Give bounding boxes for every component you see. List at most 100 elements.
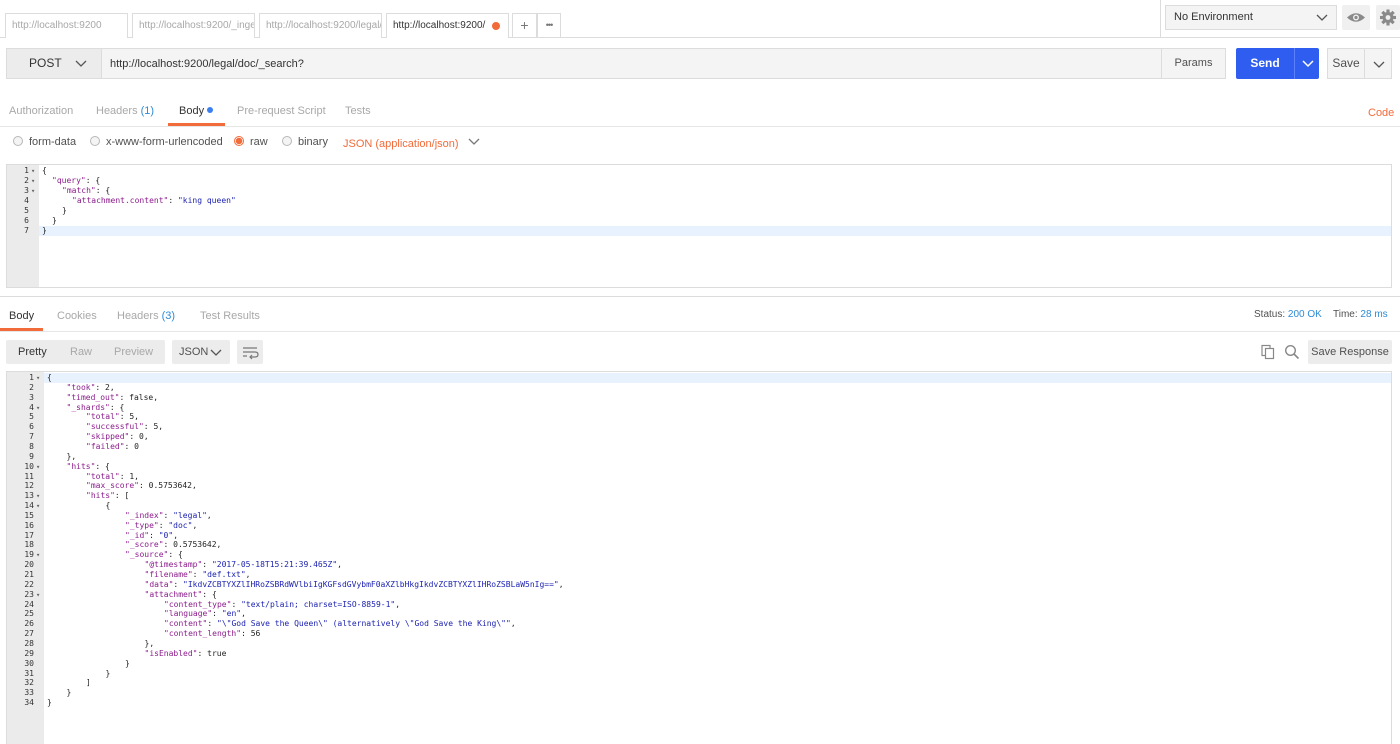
fold-arrow-icon[interactable]: ▾ <box>36 403 40 413</box>
pane-divider[interactable] <box>0 296 1400 297</box>
save-button[interactable]: Save <box>1327 48 1365 79</box>
tab-more-button[interactable]: ••• <box>537 13 561 38</box>
line-number: 18 <box>24 540 34 550</box>
json-key: "total" <box>86 412 120 422</box>
radio-label: binary <box>298 136 328 148</box>
save-response-button[interactable]: Save Response <box>1308 340 1392 364</box>
fold-arrow-icon[interactable]: ▾ <box>31 186 35 196</box>
tab-headers[interactable]: Headers (1) <box>96 105 154 117</box>
line-number: 16 <box>24 520 34 530</box>
request-tab[interactable]: http://localhost:9200/legal/( <box>259 13 382 38</box>
json-key: "_shards" <box>66 402 110 412</box>
fold-arrow-icon[interactable]: ▾ <box>36 491 40 501</box>
response-tab-cookies[interactable]: Cookies <box>57 310 97 322</box>
generate-code-link[interactable]: Code <box>1368 107 1394 119</box>
url-input[interactable] <box>101 48 1162 79</box>
json-key: "_index" <box>125 510 164 520</box>
content-type-select[interactable]: JSON (application/json) <box>343 137 480 150</box>
code-text: "hits": { <box>66 461 110 471</box>
chevron-down-icon <box>210 349 222 356</box>
code-text: "@timestamp": "2017-05-18T15:21:39.465Z"… <box>144 560 343 570</box>
response-tab-headers[interactable]: Headers (3) <box>117 310 175 322</box>
preview-button[interactable]: Preview <box>114 346 153 358</box>
json-key: "max_score" <box>86 481 139 491</box>
json-key: "skipped" <box>86 432 130 442</box>
request-tab-active[interactable]: http://localhost:9200/ <box>386 13 509 38</box>
wrap-lines-icon <box>243 347 259 360</box>
fold-arrow-icon[interactable]: ▾ <box>36 550 40 560</box>
response-tab-test-results[interactable]: Test Results <box>200 310 260 322</box>
line-number: 5 <box>24 206 29 215</box>
toolbar-divider <box>1160 0 1161 38</box>
fold-arrow-icon[interactable]: ▾ <box>36 590 40 600</box>
line-number: 11 <box>24 471 34 481</box>
fold-arrow-icon[interactable]: ▾ <box>36 462 40 472</box>
line-number: 29 <box>24 648 34 658</box>
params-button[interactable]: Params <box>1162 48 1226 79</box>
response-body-viewer[interactable]: 1 ▾{2 "took": 2, 3 "timed_out": false, 4 ▾ "_sh… <box>6 371 1392 744</box>
code-text: "content_type": "text/plain; charset=ISO… <box>164 599 401 609</box>
pretty-button[interactable]: Pretty <box>18 346 47 358</box>
environment-label: No Environment <box>1174 11 1253 23</box>
code-line: 17 "_id": "0", <box>7 531 1391 541</box>
code-text: "_id": "0", <box>125 530 179 540</box>
new-tab-button[interactable]: + <box>512 13 537 38</box>
chevron-down-icon <box>1316 14 1328 21</box>
request-tab[interactable]: http://localhost:9200/_inges <box>132 13 255 38</box>
line-number: 5 <box>29 412 34 422</box>
tab-tests[interactable]: Tests <box>345 105 371 117</box>
save-options-button[interactable] <box>1365 48 1392 79</box>
radio-binary[interactable]: binary <box>282 136 328 148</box>
chevron-down-icon <box>1302 60 1314 68</box>
fold-arrow-icon[interactable]: ▾ <box>36 373 40 383</box>
unsaved-dot-icon <box>492 22 500 30</box>
method-select[interactable]: POST <box>6 48 101 79</box>
code-text: "attachment": { <box>144 589 217 599</box>
fold-arrow-icon[interactable]: ▾ <box>31 176 35 186</box>
radio-form-data[interactable]: form-data <box>13 136 76 148</box>
line-number: 4 <box>24 196 29 205</box>
fold-arrow-icon[interactable]: ▾ <box>36 501 40 511</box>
time-value[interactable]: 28 ms <box>1360 309 1387 320</box>
raw-button[interactable]: Raw <box>70 346 92 358</box>
json-key: "content_length" <box>164 629 242 639</box>
manage-environments-button[interactable] <box>1376 5 1400 30</box>
tab-prerequest-script[interactable]: Pre-request Script <box>237 105 326 117</box>
response-tab-body[interactable]: Body <box>9 310 34 322</box>
fold-arrow-icon[interactable]: ▾ <box>31 166 35 176</box>
tab-bar: http://localhost:9200 http://localhost:9… <box>0 0 1400 38</box>
status-value[interactable]: 200 OK <box>1288 309 1322 320</box>
code-line: 30} <box>7 659 1391 669</box>
line-number: 28 <box>24 638 34 648</box>
code-text: "timed_out": false, <box>66 392 159 402</box>
code-line: 3 ▾ "match": { <box>7 186 1391 196</box>
json-key: "attachment" <box>144 589 203 599</box>
radio-raw[interactable]: raw <box>234 136 268 148</box>
environment-select[interactable]: No Environment <box>1165 5 1337 30</box>
code-line: 9}, <box>7 452 1391 462</box>
line-number: 14 <box>24 501 34 511</box>
tab-body[interactable]: Body <box>179 105 214 117</box>
tab-authorization[interactable]: Authorization <box>9 105 73 117</box>
json-key: "hits" <box>66 461 96 471</box>
code-line: 23 ▾ "attachment": { <box>7 590 1391 600</box>
code-line: 1 ▾ { <box>7 166 1391 176</box>
wrap-lines-button[interactable] <box>237 340 263 364</box>
request-body-editor[interactable]: 1 ▾{2 ▾ "query": {3 ▾ "match": {4 "attachment.… <box>6 164 1392 288</box>
send-options-button[interactable] <box>1294 48 1319 79</box>
radio-label: x-www-form-urlencoded <box>106 136 223 148</box>
response-format-select[interactable]: JSON <box>172 340 230 364</box>
radio-urlencoded[interactable]: x-www-form-urlencoded <box>90 136 223 148</box>
copy-response-button[interactable] <box>1260 344 1276 360</box>
divider <box>0 126 1400 127</box>
code-text: } <box>105 668 111 678</box>
request-tab-label: http://localhost:9200/legal/( <box>266 20 382 31</box>
code-text: "data": "IkdvZCBTYXZlIHRoZSBRdWVlbiIgKGF… <box>144 579 564 589</box>
request-tab[interactable]: http://localhost:9200 <box>5 13 128 38</box>
send-button[interactable]: Send <box>1236 48 1294 79</box>
code-text: "_shards": { <box>66 402 125 412</box>
line-number: 2 <box>29 382 34 392</box>
environment-quick-look-button[interactable] <box>1342 5 1370 30</box>
code-line: 6} <box>7 216 1391 226</box>
search-response-button[interactable] <box>1284 344 1300 360</box>
